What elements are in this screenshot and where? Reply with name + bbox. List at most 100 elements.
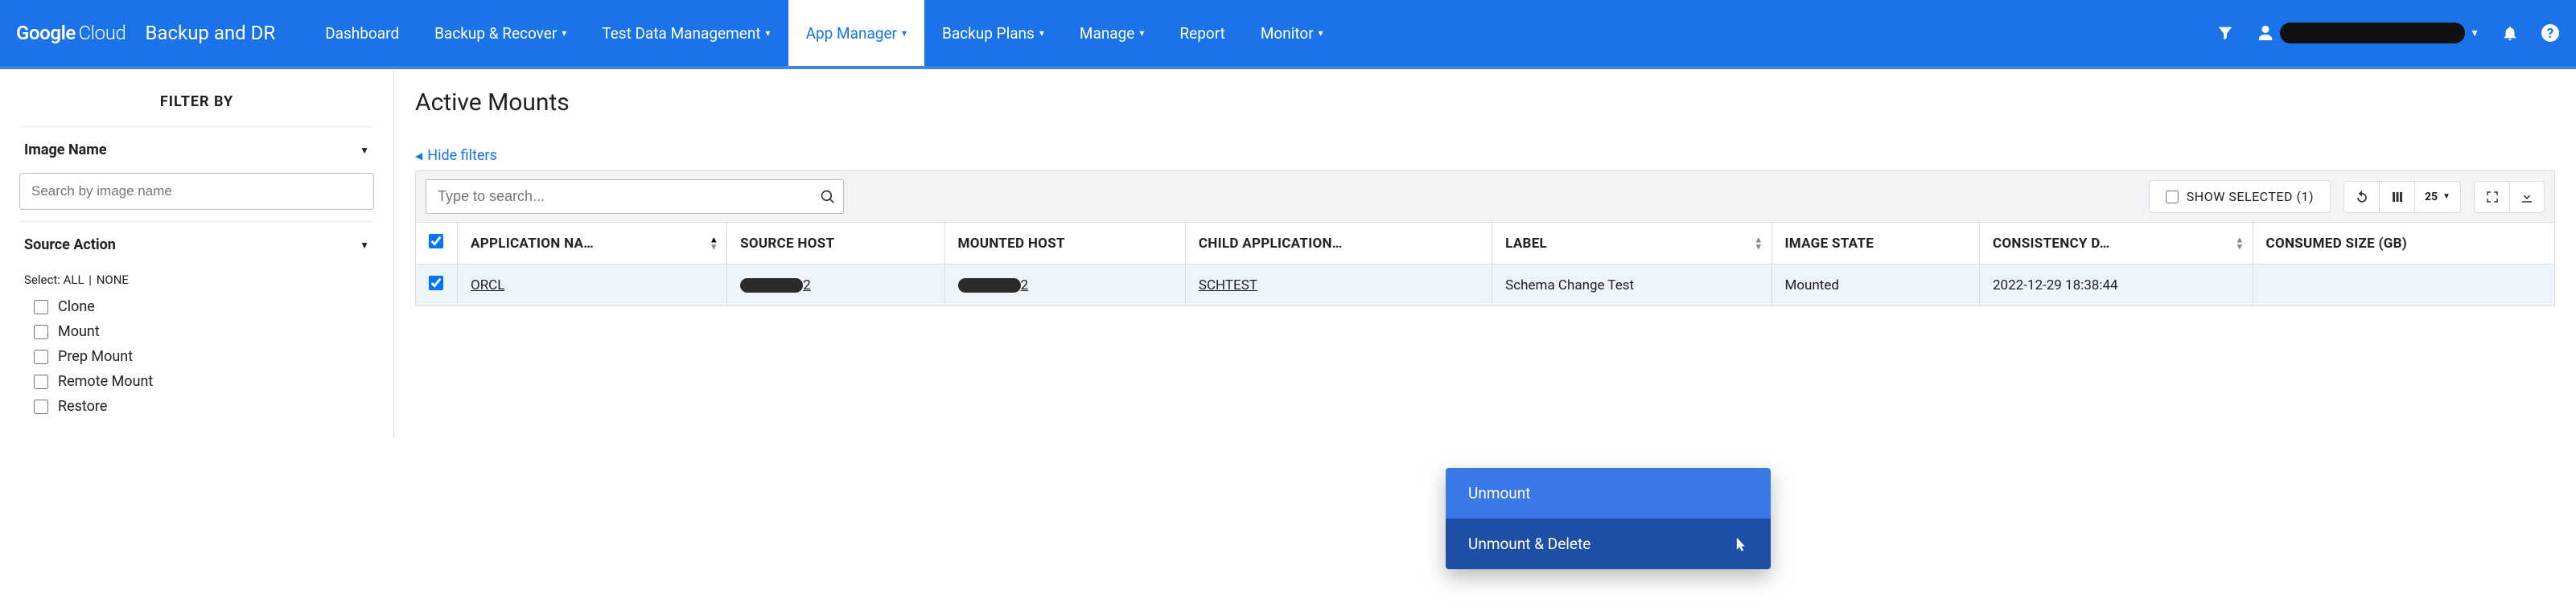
table-search-input[interactable]	[426, 179, 844, 214]
chevron-down-icon: ▼	[2470, 27, 2479, 39]
show-selected-label: SHOW SELECTED (1)	[2187, 189, 2314, 204]
cell-consistency-date: 2022-12-29 18:38:44	[1979, 264, 2253, 306]
hide-filters-label: Hide filters	[427, 147, 497, 164]
nav-item-label: Dashboard	[325, 24, 399, 43]
nav-item-app-manager[interactable]: App Manager▾	[788, 0, 924, 66]
option-label: Mount	[58, 323, 100, 340]
image-name-search-input[interactable]	[19, 173, 374, 210]
mounted-host-link[interactable]: 2	[958, 277, 1029, 293]
cell-image-state: Mounted	[1772, 264, 1979, 306]
select-all-link[interactable]: ALL	[64, 273, 84, 287]
nav-item-test-data-management[interactable]: Test Data Management▾	[584, 0, 788, 66]
table-row[interactable]: ORCL 2 2 SCHTEST Schema Change TestMounted20…	[416, 264, 2555, 306]
facet-source-action-header[interactable]: Source Action ▼	[19, 222, 374, 264]
fullscreen-button[interactable]	[2474, 181, 2509, 213]
sort-icon[interactable]: ▲▼	[2235, 236, 2244, 250]
download-button[interactable]	[2509, 181, 2545, 213]
search-icon[interactable]	[820, 189, 836, 205]
top-nav: Google Cloud Backup and DR Dashboard Back…	[0, 0, 2576, 69]
row-checkbox[interactable]	[429, 276, 443, 290]
select-all-none-row: Select: ALL | NONE	[19, 264, 374, 298]
select-all-checkbox[interactable]	[429, 234, 443, 248]
header-consistency-date[interactable]: CONSISTENCY D… ▲▼	[1979, 223, 2253, 264]
checkbox[interactable]	[34, 300, 48, 314]
content: Active Mounts ◀ Hide filters SHOW SELECT…	[394, 69, 2576, 439]
header-checkbox[interactable]	[416, 223, 458, 264]
option-label: Clone	[58, 298, 95, 315]
application-name-link[interactable]: ORCL	[471, 277, 504, 293]
chevron-down-icon: ▾	[766, 27, 771, 39]
header-mounted-host[interactable]: MOUNTED HOST	[944, 223, 1185, 264]
facet-image-name-header[interactable]: Image Name ▼	[19, 127, 374, 170]
chevron-down-icon: ▼	[360, 145, 369, 156]
nav-item-backup-plans[interactable]: Backup Plans▾	[924, 0, 1062, 66]
bell-icon[interactable]	[2500, 23, 2520, 43]
nav-items: Dashboard Backup & Recover▾Test Data Mana…	[307, 0, 1341, 66]
child-app-link[interactable]: SCHTEST	[1199, 277, 1257, 293]
chevron-down-icon: ▼	[360, 240, 369, 251]
chevron-down-icon: ▾	[562, 27, 566, 39]
nav-item-manage[interactable]: Manage▾	[1062, 0, 1162, 66]
chevron-down-icon: ▾	[1039, 27, 1044, 39]
source-action-option-restore[interactable]: Restore	[34, 398, 374, 415]
checkbox[interactable]	[34, 375, 48, 389]
checkbox[interactable]	[34, 350, 48, 364]
export-button-group	[2474, 181, 2545, 213]
option-label: Remote Mount	[58, 373, 153, 390]
help-icon[interactable]: ?	[2541, 23, 2560, 43]
header-label[interactable]: LABEL ▲▼	[1492, 223, 1772, 264]
chevron-down-icon: ▾	[902, 27, 907, 39]
active-mounts-table: APPLICATION NA… ▲▼ SOURCE HOST MOUNTED H…	[415, 222, 2555, 306]
filter-icon[interactable]	[2216, 23, 2235, 43]
show-selected-button[interactable]: SHOW SELECTED (1)	[2149, 180, 2331, 213]
sidebar: FILTER BY Image Name ▼ Source Action ▼ S…	[0, 69, 394, 439]
cell-consumed-size	[2253, 264, 2554, 306]
nav-item-backup-recover[interactable]: Backup & Recover▾	[417, 0, 584, 66]
checkbox[interactable]	[34, 325, 48, 339]
chevron-down-icon: ▼	[2442, 192, 2450, 201]
brand: Google Cloud Backup and DR	[16, 22, 275, 44]
source-host-link[interactable]: 2	[740, 277, 811, 293]
table-search-wrap	[426, 179, 844, 214]
header-child-application[interactable]: CHILD APPLICATION…	[1185, 223, 1492, 264]
context-menu-item-unmount-delete[interactable]: Unmount & Delete	[1446, 519, 1771, 569]
nav-right: ▼ ?	[2216, 23, 2560, 43]
context-menu-item-label: Unmount	[1468, 484, 1531, 502]
header-consumed-size[interactable]: CONSUMED SIZE (GB)	[2253, 223, 2554, 264]
sort-icon[interactable]: ▲▼	[1754, 236, 1763, 250]
nav-item-label: Report	[1179, 24, 1224, 43]
chevron-down-icon: ▾	[1319, 27, 1323, 39]
header-image-state[interactable]: IMAGE STATE	[1772, 223, 1979, 264]
show-selected-checkbox[interactable]	[2166, 191, 2179, 203]
user-menu[interactable]: ▼	[2256, 23, 2479, 43]
header-application-name[interactable]: APPLICATION NA… ▲▼	[458, 223, 727, 264]
checkbox[interactable]	[34, 400, 48, 414]
columns-button[interactable]	[2379, 181, 2414, 213]
page-size-button[interactable]: 25 ▼	[2414, 181, 2461, 213]
source-action-option-remote-mount[interactable]: Remote Mount	[34, 373, 374, 390]
nav-item-report[interactable]: Report	[1162, 0, 1242, 66]
hide-filters-link[interactable]: ◀ Hide filters	[415, 147, 497, 164]
nav-item-dashboard[interactable]: Dashboard	[307, 0, 417, 66]
option-label: Restore	[58, 398, 107, 415]
row-checkbox-cell[interactable]	[416, 264, 458, 306]
source-action-option-mount[interactable]: Mount	[34, 323, 374, 340]
refresh-button[interactable]	[2344, 181, 2379, 213]
source-action-options: Clone Mount Prep Mount Remote Mount Restore	[19, 298, 374, 415]
sort-icon[interactable]: ▲▼	[710, 236, 718, 250]
user-icon	[2256, 23, 2275, 43]
filter-by-title: FILTER BY	[19, 93, 374, 127]
page-title: Active Mounts	[415, 88, 2555, 117]
cell-label: Schema Change Test	[1492, 264, 1772, 306]
header-source-host[interactable]: SOURCE HOST	[727, 223, 944, 264]
source-action-option-clone[interactable]: Clone	[34, 298, 374, 315]
chevron-down-icon: ▾	[1139, 27, 1144, 39]
page-size-label: 25	[2425, 191, 2438, 203]
source-action-option-prep-mount[interactable]: Prep Mount	[34, 348, 374, 365]
cell-child-application: SCHTEST	[1185, 264, 1492, 306]
cell-source-host: 2	[727, 264, 944, 306]
context-menu-item-label: Unmount & Delete	[1468, 535, 1590, 553]
select-none-link[interactable]: NONE	[97, 273, 129, 287]
context-menu-item-unmount[interactable]: Unmount	[1446, 468, 1771, 519]
nav-item-monitor[interactable]: Monitor▾	[1243, 0, 1341, 66]
